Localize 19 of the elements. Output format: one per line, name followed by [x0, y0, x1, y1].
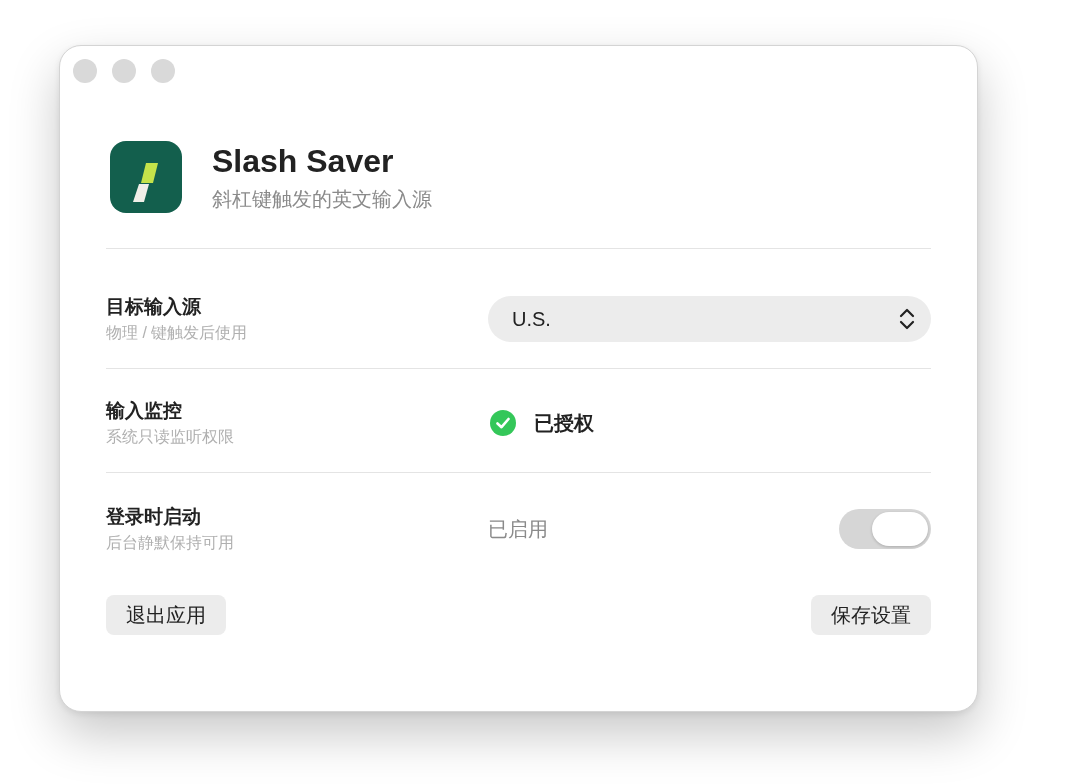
- window-zoom-button[interactable]: [151, 59, 175, 83]
- setting-hint: 系统只读监听权限: [106, 427, 235, 447]
- toggle-switch[interactable]: [839, 509, 931, 549]
- setting-hint: 物理 / 键触发后使用: [106, 323, 249, 343]
- window-close-button[interactable]: [73, 59, 97, 83]
- setting-label: 目标输入源: [106, 295, 202, 319]
- setting-hint: 后台静默保持可用: [106, 533, 235, 553]
- status-text: 已启用: [488, 517, 548, 542]
- setting-label: 登录时启动: [106, 505, 202, 529]
- chevron-up-down-icon: [899, 307, 915, 331]
- quit-button[interactable]: 退出应用: [106, 595, 226, 635]
- setting-label: 输入监控: [106, 399, 183, 423]
- save-button[interactable]: 保存设置: [811, 595, 931, 635]
- status-text: 已授权: [534, 411, 594, 436]
- window-minimize-button[interactable]: [112, 59, 136, 83]
- app-title: Slash Saver: [212, 142, 395, 180]
- input-source-dropdown[interactable]: U.S.: [488, 296, 931, 342]
- app-subtitle: 斜杠键触发的英文输入源: [212, 187, 432, 212]
- app-icon: [110, 141, 182, 213]
